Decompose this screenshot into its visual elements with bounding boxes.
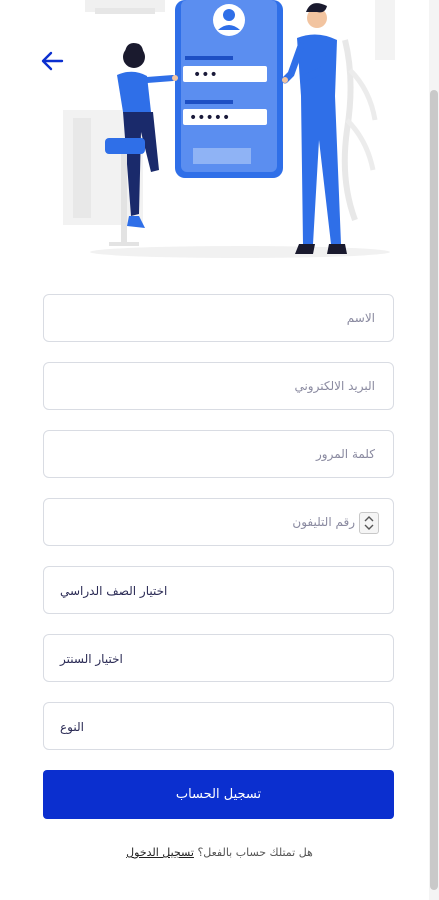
illustration-password-long: ••••• bbox=[189, 110, 230, 126]
number-stepper-icon bbox=[364, 516, 374, 530]
illustration-password-short: ••• bbox=[193, 67, 218, 83]
email-input[interactable] bbox=[44, 363, 393, 409]
center-select[interactable]: اختيار السنتر bbox=[43, 634, 394, 682]
grade-select-value: اختيار الصف الدراسي bbox=[60, 584, 168, 598]
login-question: هل تمتلك حساب بالفعل؟ bbox=[197, 846, 313, 859]
name-input[interactable] bbox=[44, 295, 393, 341]
gender-select-value: النوع bbox=[60, 720, 84, 734]
register-button[interactable]: تسجيل الحساب bbox=[43, 770, 394, 819]
center-select-value: اختيار السنتر bbox=[60, 652, 123, 666]
signup-form: اختيار الصف الدراسي اختيار السنتر النوع … bbox=[43, 294, 395, 819]
scrollbar-thumb[interactable] bbox=[430, 90, 438, 890]
email-field bbox=[43, 362, 394, 410]
login-link[interactable]: تسجيل الدخول bbox=[126, 846, 194, 859]
phone-input[interactable] bbox=[44, 499, 393, 545]
grade-select[interactable]: اختيار الصف الدراسي bbox=[43, 566, 394, 614]
phone-field bbox=[43, 498, 394, 546]
login-prompt: هل تمتلك حساب بالفعل؟ تسجيل الدخول bbox=[0, 846, 439, 859]
gender-select[interactable]: النوع bbox=[43, 702, 394, 750]
phone-stepper[interactable] bbox=[359, 512, 379, 534]
illustration-graphic: ••• ••••• bbox=[63, 0, 395, 258]
password-field bbox=[43, 430, 394, 478]
name-field bbox=[43, 294, 394, 342]
signup-illustration: ••• ••••• bbox=[55, 0, 395, 262]
scrollbar-track[interactable] bbox=[429, 0, 439, 900]
password-input[interactable] bbox=[44, 431, 393, 477]
